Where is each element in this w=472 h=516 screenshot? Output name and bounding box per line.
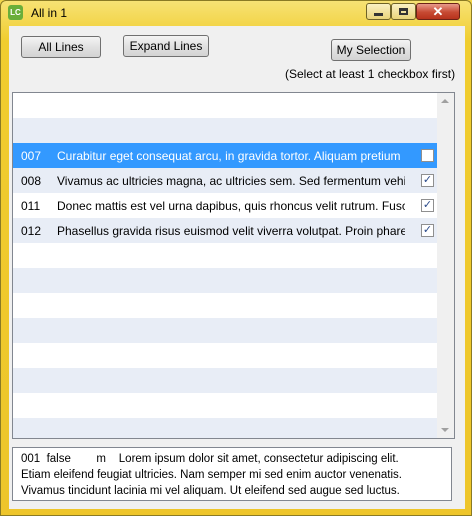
my-selection-button[interactable]: My Selection [331, 39, 411, 61]
maximize-icon [399, 8, 408, 15]
detail-line: 001 false m Lorem ipsum dolor sit amet, … [21, 453, 399, 465]
detail-line: Vivamus tincidunt lacinia mi vel aliquam… [21, 485, 400, 497]
list-rows: 007 Curabitur eget consequat arcu, in gra… [13, 93, 437, 438]
list-row-empty [13, 93, 437, 118]
detail-line: Etiam eleifend feugiat ultricies. Nam se… [21, 469, 402, 481]
list-row-008[interactable]: 008 Vivamus ac ultricies magna, ac ultric… [13, 168, 437, 193]
list-row-012[interactable]: 012 Phasellus gravida risus euismod velit… [13, 218, 437, 243]
list-row-empty [13, 368, 437, 393]
maximize-button[interactable] [391, 3, 416, 20]
row-number: 012 [21, 224, 42, 238]
list-row-empty [13, 268, 437, 293]
list-row-empty [13, 393, 437, 418]
scroll-up-icon[interactable] [441, 99, 449, 103]
client-area: All Lines Expand Lines My Selection (Sel… [9, 26, 465, 509]
window-title: All in 1 [31, 6, 68, 20]
title-bar[interactable]: LC All in 1 ✕ [1, 1, 471, 25]
list-row-empty [13, 418, 437, 438]
minimize-icon [374, 13, 383, 16]
list-row-011[interactable]: 011 Donec mattis est vel urna dapibus, qu… [13, 193, 437, 218]
row-text: Donec mattis est vel urna dapibus, quis … [57, 199, 405, 213]
row-checkbox[interactable]: ✓ [421, 174, 434, 187]
list-scrollbar[interactable] [437, 93, 454, 438]
scroll-down-icon[interactable] [441, 428, 449, 432]
list-row-007[interactable]: 007 Curabitur eget consequat arcu, in gra… [13, 143, 437, 168]
row-text: Curabitur eget consequat arcu, in gravid… [57, 149, 401, 163]
close-icon: ✕ [432, 4, 444, 19]
list-row-empty [13, 293, 437, 318]
minimize-button[interactable] [366, 3, 391, 20]
row-text: Phasellus gravida risus euismod velit vi… [57, 224, 405, 238]
list-row-empty [13, 118, 437, 143]
detail-textbox[interactable]: 001 false m Lorem ipsum dolor sit amet, … [12, 447, 452, 501]
expand-lines-button[interactable]: Expand Lines [123, 35, 209, 57]
list-row-empty [13, 343, 437, 368]
list-row-empty [13, 318, 437, 343]
row-number: 008 [21, 174, 42, 188]
row-text: Vivamus ac ultricies magna, ac ultricies… [57, 174, 405, 188]
row-checkbox[interactable] [421, 149, 434, 162]
selection-hint: (Select at least 1 checkbox first) [285, 67, 456, 81]
lines-list[interactable]: 007 Curabitur eget consequat arcu, in gra… [12, 92, 455, 439]
row-checkbox[interactable]: ✓ [421, 224, 434, 237]
all-lines-button[interactable]: All Lines [21, 36, 101, 58]
app-window: LC All in 1 ✕ All Lines Expand Lines My … [0, 0, 472, 516]
row-number: 007 [21, 149, 42, 163]
list-row-empty [13, 243, 437, 268]
row-checkbox[interactable]: ✓ [421, 199, 434, 212]
row-number: 011 [21, 199, 41, 213]
app-icon: LC [8, 5, 23, 20]
close-button[interactable]: ✕ [416, 3, 460, 20]
